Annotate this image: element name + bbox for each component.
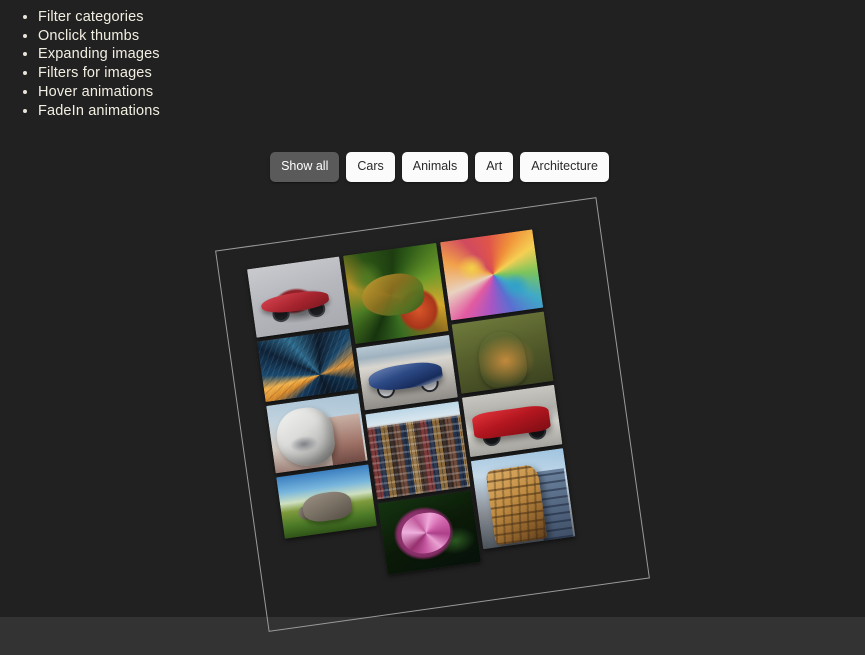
- bottom-strip: [0, 617, 865, 655]
- thumb-image-chameleon-foliage: [343, 242, 449, 344]
- gallery-thumb-stone-sculpture[interactable]: White stone sculpture of a stylized face…: [266, 393, 369, 474]
- gallery-thumb-psychedelic-swirls[interactable]: Psychedelic colorful swirling abstract a…: [439, 229, 544, 321]
- gallery-thumb-abstract-skyscrapers[interactable]: Abstract upward view of skyscrapers with…: [257, 328, 359, 403]
- gallery-thumb-car-red-muscle[interactable]: Red muscle car on pale concrete: [461, 384, 563, 458]
- gallery-thumb-car-red-convertible[interactable]: Red convertible sports car on light stud…: [247, 256, 350, 338]
- thumb-image-elephant-savanna: [276, 464, 378, 539]
- feature-list-item: FadeIn animations: [38, 102, 160, 121]
- feature-list-item: Onclick thumbs: [38, 27, 160, 46]
- thumb-image-stone-sculpture: [266, 393, 369, 474]
- feature-list-item: Expanding images: [38, 45, 160, 64]
- gallery-frame: Red convertible sports car on light stud…: [215, 197, 650, 632]
- thumb-image-cheetah-portrait: [451, 311, 554, 394]
- gallery-thumb-cheetah-portrait[interactable]: Cheetah portrait against blurred olive b…: [451, 311, 554, 394]
- thumb-image-psychedelic-swirls: [439, 229, 544, 321]
- gallery-thumb-pink-peony[interactable]: Pink peony flower with water droplets on…: [378, 490, 481, 575]
- thumb-image-gaudi-building: [470, 448, 576, 550]
- filter-button-bar: Show all Cars Animals Art Architecture: [0, 152, 865, 182]
- gallery-thumb-chameleon-foliage[interactable]: Colorful chameleon among green leaves an…: [343, 242, 449, 344]
- gallery-thumb-gaudi-building[interactable]: Ornate Gaudi style stone building facade: [470, 448, 576, 550]
- gallery-thumb-elephant-savanna[interactable]: Elephant walking on green grass under bl…: [276, 464, 378, 539]
- gallery-grid: Red convertible sports car on light stud…: [247, 229, 577, 588]
- feature-list-item: Hover animations: [38, 83, 160, 102]
- filter-button-animals[interactable]: Animals: [401, 152, 469, 182]
- thumb-image-pink-peony: [378, 490, 481, 575]
- gallery-thumb-car-blue-sports[interactable]: Blue and silver sports car parked on a r…: [356, 334, 458, 411]
- feature-list: Filter categoriesOnclick thumbsExpanding…: [0, 8, 160, 120]
- filter-button-architecture[interactable]: Architecture: [520, 152, 609, 182]
- thumb-image-abstract-skyscrapers: [257, 328, 359, 403]
- thumb-image-car-red-convertible: [247, 256, 350, 338]
- feature-list-item: Filter categories: [38, 8, 160, 27]
- feature-list-item: Filters for images: [38, 64, 160, 83]
- filter-button-show-all[interactable]: Show all: [270, 152, 340, 182]
- filter-button-cars[interactable]: Cars: [346, 152, 395, 182]
- filter-button-art[interactable]: Art: [475, 152, 514, 182]
- thumb-image-car-red-muscle: [461, 384, 563, 458]
- thumb-image-amsterdam-canal-houses: [365, 401, 471, 500]
- thumb-image-car-blue-sports: [356, 334, 458, 411]
- gallery-thumb-amsterdam-canal-houses[interactable]: Row of Amsterdam canal houses with many …: [365, 401, 471, 500]
